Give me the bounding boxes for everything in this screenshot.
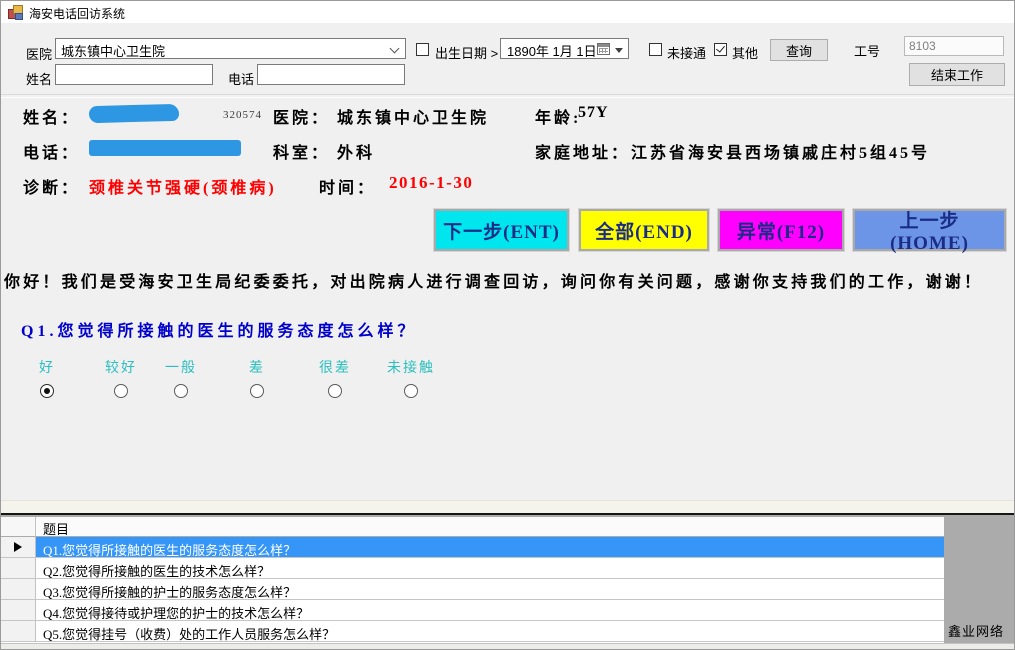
option-very-poor[interactable]: 很差 bbox=[304, 357, 366, 403]
table-row[interactable]: Q1.您觉得所接触的医生的服务态度怎么样？ bbox=[1, 537, 944, 558]
patient-name-redaction bbox=[89, 104, 179, 123]
row-header-cell[interactable] bbox=[1, 621, 36, 642]
hospital-combobox[interactable]: 城东镇中心卫生院 bbox=[55, 38, 406, 59]
row-cell[interactable]: Q5.您觉得挂号（收费）处的工作人员服务怎么样？ bbox=[36, 621, 944, 642]
patient-hospital-value: 城东镇中心卫生院 bbox=[337, 104, 489, 128]
abnormal-button[interactable]: 异常(F12) bbox=[718, 209, 844, 251]
question-grid-area: 题目 Q1.您觉得所接触的医生的服务态度怎么样？ Q2.您觉得所接触的医生的技术… bbox=[1, 513, 1014, 648]
patient-name-label: 姓名： bbox=[23, 104, 80, 128]
row-cell[interactable]: Q4.您觉得接待或护理您的护士的技术怎么样？ bbox=[36, 600, 944, 621]
separator bbox=[1, 94, 1014, 98]
option-fairly-good-label[interactable]: 较好 bbox=[90, 357, 152, 377]
option-fairly-good-radio[interactable] bbox=[114, 384, 128, 398]
hospital-combobox-value: 城东镇中心卫生院 bbox=[56, 39, 405, 60]
option-poor-label[interactable]: 差 bbox=[226, 357, 288, 377]
current-row-arrow-icon bbox=[14, 542, 22, 552]
row-cell[interactable]: Q3.您觉得所接触的护士的服务态度怎么样？ bbox=[36, 579, 944, 600]
window-title: 海安电话回访系统 bbox=[29, 5, 125, 22]
app-icon bbox=[8, 5, 23, 19]
row-header-cell[interactable] bbox=[1, 579, 36, 600]
table-row[interactable]: Q2.您觉得所接触的医生的技术怎么样？ bbox=[1, 558, 944, 579]
patient-record-no: 320574 bbox=[223, 109, 262, 121]
not-connected-label[interactable]: 未接通 bbox=[667, 43, 706, 62]
option-fairly-good[interactable]: 较好 bbox=[90, 357, 152, 403]
patient-phone-label: 电话： bbox=[23, 139, 80, 163]
patient-age-value: 57Y bbox=[578, 104, 609, 122]
query-button[interactable]: 查询 bbox=[770, 39, 828, 61]
phone-search-label: 电话 bbox=[228, 69, 254, 88]
option-no-contact[interactable]: 未接触 bbox=[375, 357, 447, 403]
prev-step-button[interactable]: 上一步(HOME) bbox=[853, 209, 1006, 251]
question-grid: 题目 Q1.您觉得所接触的医生的服务态度怎么样？ Q2.您觉得所接触的医生的技术… bbox=[1, 517, 944, 648]
other-label[interactable]: 其他 bbox=[732, 43, 758, 62]
not-connected-checkbox[interactable] bbox=[649, 43, 662, 56]
phone-search-input[interactable] bbox=[257, 64, 405, 85]
option-no-contact-radio[interactable] bbox=[404, 384, 418, 398]
patient-dept-value: 外科 bbox=[337, 139, 375, 163]
name-search-input[interactable] bbox=[55, 64, 213, 85]
greeting-text: 你好！我们是受海安卫生局纪委委托，对出院病人进行调查回访，询问你有关问题，感谢你… bbox=[4, 268, 1014, 292]
patient-phone-redaction bbox=[89, 140, 241, 156]
option-average-label[interactable]: 一般 bbox=[150, 357, 212, 377]
birthdate-checkbox[interactable] bbox=[416, 43, 429, 56]
vendor-brand: 鑫业网络 bbox=[948, 621, 1004, 640]
worker-id-label: 工号 bbox=[854, 41, 880, 60]
option-poor-radio[interactable] bbox=[250, 384, 264, 398]
row-cell[interactable]: Q2.您觉得所接触的医生的技术怎么样？ bbox=[36, 558, 944, 579]
row-cell[interactable]: Q1.您觉得所接触的医生的服务态度怎么样？ bbox=[36, 537, 944, 558]
row-header-cell[interactable] bbox=[1, 600, 36, 621]
name-search-label: 姓名 bbox=[26, 69, 52, 88]
question-title: Q1.您觉得所接触的医生的服务态度怎么样？ bbox=[21, 317, 417, 341]
option-poor[interactable]: 差 bbox=[226, 357, 288, 403]
window-bottom-border bbox=[1, 643, 1014, 649]
grid-header-cell[interactable]: 题目 bbox=[36, 517, 944, 537]
calendar-icon bbox=[597, 43, 610, 55]
other-checkbox[interactable] bbox=[714, 43, 727, 56]
worker-id-field[interactable] bbox=[904, 36, 1004, 56]
patient-address-value: 江苏省海安县西场镇戚庄村5组45号 bbox=[631, 139, 930, 163]
end-work-button[interactable]: 结束工作 bbox=[909, 63, 1005, 86]
diagnosis-label: 诊断： bbox=[23, 174, 80, 198]
hospital-label: 医院 bbox=[26, 44, 52, 63]
panel-edge bbox=[1, 500, 1014, 514]
table-row[interactable]: Q3.您觉得所接触的护士的服务态度怎么样？ bbox=[1, 579, 944, 600]
title-bar: 海安电话回访系统 bbox=[1, 1, 1014, 23]
option-good[interactable]: 好 bbox=[16, 357, 78, 403]
birthdate-picker[interactable]: 1890年 1月 1日 bbox=[500, 38, 629, 59]
option-good-label[interactable]: 好 bbox=[16, 357, 78, 377]
option-good-radio[interactable] bbox=[40, 384, 54, 398]
row-header-cell[interactable] bbox=[1, 558, 36, 579]
dropdown-arrow-icon[interactable] bbox=[615, 48, 623, 53]
patient-dept-label: 科室： bbox=[273, 139, 330, 163]
option-very-poor-radio[interactable] bbox=[328, 384, 342, 398]
patient-hospital-label: 医院： bbox=[273, 104, 330, 128]
grid-header-row: 题目 bbox=[1, 517, 944, 537]
table-row[interactable]: Q5.您觉得挂号（收费）处的工作人员服务怎么样？ bbox=[1, 621, 944, 642]
option-no-contact-label[interactable]: 未接触 bbox=[375, 357, 447, 377]
diagnosis-value: 颈椎关节强硬(颈椎病) bbox=[89, 174, 277, 198]
app-window: 海安电话回访系统 医院 城东镇中心卫生院 出生日期 > 1890年 1月 1日 … bbox=[0, 0, 1015, 650]
grid-corner-cell[interactable] bbox=[1, 517, 36, 537]
birthdate-label[interactable]: 出生日期 > bbox=[435, 43, 498, 62]
option-very-poor-label[interactable]: 很差 bbox=[304, 357, 366, 377]
table-row[interactable]: Q4.您觉得接待或护理您的护士的技术怎么样？ bbox=[1, 600, 944, 621]
row-header-cell[interactable] bbox=[1, 537, 36, 558]
patient-age-label: 年龄: bbox=[535, 104, 581, 128]
option-average[interactable]: 一般 bbox=[150, 357, 212, 403]
patient-address-label: 家庭地址： bbox=[535, 139, 630, 163]
next-step-button[interactable]: 下一步(ENT) bbox=[434, 209, 569, 251]
option-average-radio[interactable] bbox=[174, 384, 188, 398]
time-value: 2016-1-30 bbox=[389, 173, 473, 193]
time-label: 时间： bbox=[319, 174, 376, 198]
all-button[interactable]: 全部(END) bbox=[579, 209, 709, 251]
